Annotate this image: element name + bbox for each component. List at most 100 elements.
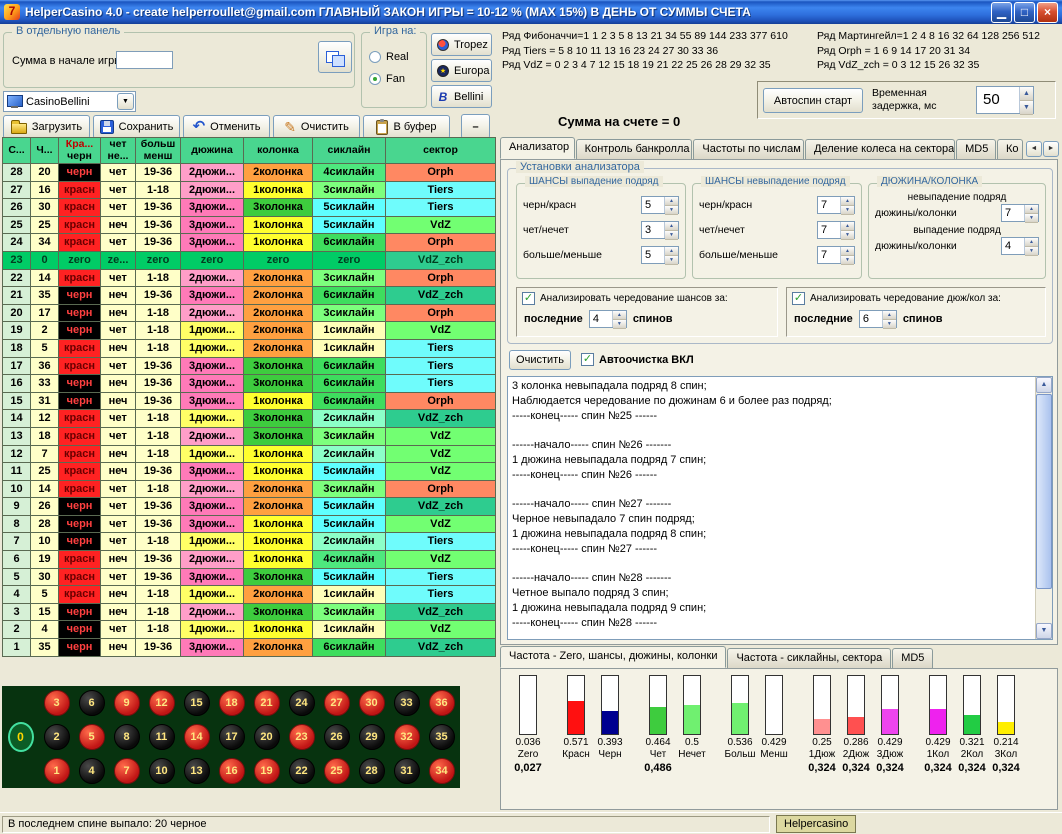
start-sum-input[interactable]	[116, 51, 173, 69]
board-number[interactable]: 31	[394, 758, 420, 784]
board-number[interactable]: 19	[254, 758, 280, 784]
spin-up-icon[interactable]: ▲	[613, 311, 626, 320]
board-number[interactable]: 26	[324, 724, 350, 750]
table-row[interactable]: 2017черннеч1-182дюжи...2колонка3сиклайнO…	[3, 305, 496, 323]
table-row[interactable]: 2135черннеч19-363дюжи...2колонка6сиклайн…	[3, 287, 496, 305]
tropez-button[interactable]: Tropez	[431, 33, 492, 56]
table-row[interactable]: 2630краснчет19-363дюжи...3колонка5сиклай…	[3, 199, 496, 217]
close-button[interactable]: ×	[1037, 2, 1058, 23]
spin-up-icon[interactable]: ▲	[665, 247, 678, 256]
copy-buffer-button[interactable]: В буфер	[363, 115, 450, 139]
table-row[interactable]: 1412краснчет1-181дюжи...3колонка2сиклайн…	[3, 410, 496, 428]
board-number[interactable]: 6	[79, 690, 105, 716]
board-number[interactable]: 2	[44, 724, 70, 750]
miss-spinner-1[interactable]: 7▲▼	[817, 221, 855, 239]
board-number[interactable]: 14	[184, 724, 210, 750]
board-number[interactable]: 12	[149, 690, 175, 716]
board-number[interactable]: 27	[324, 690, 350, 716]
tab-md5[interactable]: MD5	[956, 139, 996, 159]
tab-scroll-left-button[interactable]: ◄	[1026, 141, 1042, 157]
table-row[interactable]: 710чернчет1-181дюжи...1колонка2сиклайнTi…	[3, 533, 496, 551]
hit-spinner-1[interactable]: 3▲▼	[641, 221, 679, 239]
spin-up-icon[interactable]: ▲	[1025, 205, 1038, 214]
tab-frequencies[interactable]: Частоты по числам	[693, 139, 804, 159]
spin-up-icon[interactable]: ▲	[1025, 238, 1038, 247]
spin-up-icon[interactable]: ▲	[841, 247, 854, 256]
tab-freq-md5[interactable]: MD5	[892, 648, 933, 668]
spin-down-icon[interactable]: ▼	[665, 231, 678, 240]
board-zero[interactable]: 0	[8, 722, 34, 752]
board-number[interactable]: 25	[324, 758, 350, 784]
table-row[interactable]: 1318краснчет1-182дюжи...3колонка3сиклайн…	[3, 428, 496, 446]
hit-spinner-0[interactable]: 5▲▼	[641, 196, 679, 214]
board-number[interactable]: 20	[254, 724, 280, 750]
table-row[interactable]: 1014краснчет1-182дюжи...2колонка3сиклайн…	[3, 481, 496, 499]
hit-spinner-2[interactable]: 5▲▼	[641, 246, 679, 264]
board-number[interactable]: 3	[44, 690, 70, 716]
maximize-button[interactable]: □	[1014, 2, 1035, 23]
board-number[interactable]: 7	[114, 758, 140, 784]
detach-panel-button[interactable]	[318, 41, 352, 73]
board-number[interactable]: 10	[149, 758, 175, 784]
tab-analyzer[interactable]: Анализатор	[500, 137, 575, 159]
alt-chances-checkbox[interactable]: ✓	[522, 292, 535, 305]
load-button[interactable]: Загрузить	[3, 115, 90, 139]
minimize-button[interactable]: ▁	[991, 2, 1012, 23]
table-row[interactable]: 1531черннеч19-363дюжи...1колонка6сиклайн…	[3, 393, 496, 411]
board-number[interactable]: 28	[359, 758, 385, 784]
spin-down-icon[interactable]: ▼	[613, 320, 626, 329]
table-row[interactable]: 185красннеч1-181дюжи...2колонка1сиклайнT…	[3, 340, 496, 358]
board-number[interactable]: 8	[114, 724, 140, 750]
board-number[interactable]: 22	[289, 758, 315, 784]
table-row[interactable]: 24чернчет1-181дюжи...1колонка1сиклайнVdZ	[3, 621, 496, 639]
board-number[interactable]: 13	[184, 758, 210, 784]
analyzer-log[interactable]: 3 колонка невыпадала подряд 8 спин;Наблю…	[507, 376, 1053, 640]
radio-real[interactable]: Real	[369, 51, 409, 63]
table-row[interactable]: 1633черннеч19-363дюжи...3колонка6сиклайн…	[3, 375, 496, 393]
casino-select[interactable]: CasinoBellini ▼	[3, 91, 136, 112]
autoclear-checkbox[interactable]: ✓	[581, 353, 594, 366]
board-number[interactable]: 9	[114, 690, 140, 716]
spin-down-icon[interactable]: ▼	[665, 256, 678, 265]
undo-button[interactable]: ↶Отменить	[183, 115, 270, 139]
board-number[interactable]: 35	[429, 724, 455, 750]
dozen-hit-spinner[interactable]: 4▲▼	[1001, 237, 1039, 255]
table-row[interactable]: 135черннеч19-363дюжи...2колонка6сиклайнV…	[3, 639, 496, 657]
table-row[interactable]: 2434краснчет19-363дюжи...1колонка6сиклай…	[3, 234, 496, 252]
board-number[interactable]: 34	[429, 758, 455, 784]
tab-wheel-sectors[interactable]: Деление колеса на сектора	[805, 139, 955, 159]
tab-more[interactable]: Ко	[997, 139, 1023, 159]
autospin-start-button[interactable]: Автоспин старт	[763, 88, 863, 113]
tab-scroll-right-button[interactable]: ►	[1043, 141, 1059, 157]
table-row[interactable]: 2525красннеч19-363дюжи...1колонка5сиклай…	[3, 217, 496, 235]
table-row[interactable]: 45красннеч1-181дюжи...2колонка1сиклайнTi…	[3, 586, 496, 604]
delay-spinner[interactable]: 50▲▼	[976, 86, 1034, 114]
table-row[interactable]: 1736краснчет19-363дюжи...3колонка6сиклай…	[3, 358, 496, 376]
table-row[interactable]: 828чернчет19-363дюжи...1колонка5сиклайнV…	[3, 516, 496, 534]
board-number[interactable]: 16	[219, 758, 245, 784]
spin-down-icon[interactable]: ▼	[841, 231, 854, 240]
alt-dozens-spinner[interactable]: 6▲▼	[859, 310, 897, 328]
table-row[interactable]: 315черннеч1-182дюжи...3колонка3сиклайнVd…	[3, 604, 496, 622]
table-row[interactable]: 2214краснчет1-182дюжи...2колонка3сиклайн…	[3, 270, 496, 288]
table-row[interactable]: 926чернчет19-363дюжи...2колонка5сиклайнV…	[3, 498, 496, 516]
spin-down-icon[interactable]: ▼	[841, 256, 854, 265]
bellini-button[interactable]: BBellini	[431, 85, 492, 108]
board-number[interactable]: 29	[359, 724, 385, 750]
board-number[interactable]: 32	[394, 724, 420, 750]
spin-up-icon[interactable]: ▲	[665, 197, 678, 206]
spin-down-icon[interactable]: ▼	[883, 320, 896, 329]
miss-spinner-0[interactable]: 7▲▼	[817, 196, 855, 214]
collapse-button[interactable]: –	[461, 114, 490, 139]
board-number[interactable]: 18	[219, 690, 245, 716]
table-row[interactable]: 2820чернчет19-362дюжи...2колонка4сиклайн…	[3, 164, 496, 182]
log-scrollbar[interactable]: ▲ ▼	[1035, 377, 1052, 639]
spin-down-icon[interactable]: ▼	[1020, 101, 1033, 115]
spin-up-icon[interactable]: ▲	[1020, 87, 1033, 101]
board-number[interactable]: 33	[394, 690, 420, 716]
table-row[interactable]: 2716краснчет1-182дюжи...1колонка3сиклайн…	[3, 182, 496, 200]
table-row[interactable]: 192чернчет1-181дюжи...2колонка1сиклайнVd…	[3, 322, 496, 340]
spin-up-icon[interactable]: ▲	[883, 311, 896, 320]
tab-freq-sectors[interactable]: Частота - сиклайны, сектора	[727, 648, 891, 668]
table-row[interactable]: 230zeroze...zerozerozerozeroVdZ_zch	[3, 252, 496, 270]
